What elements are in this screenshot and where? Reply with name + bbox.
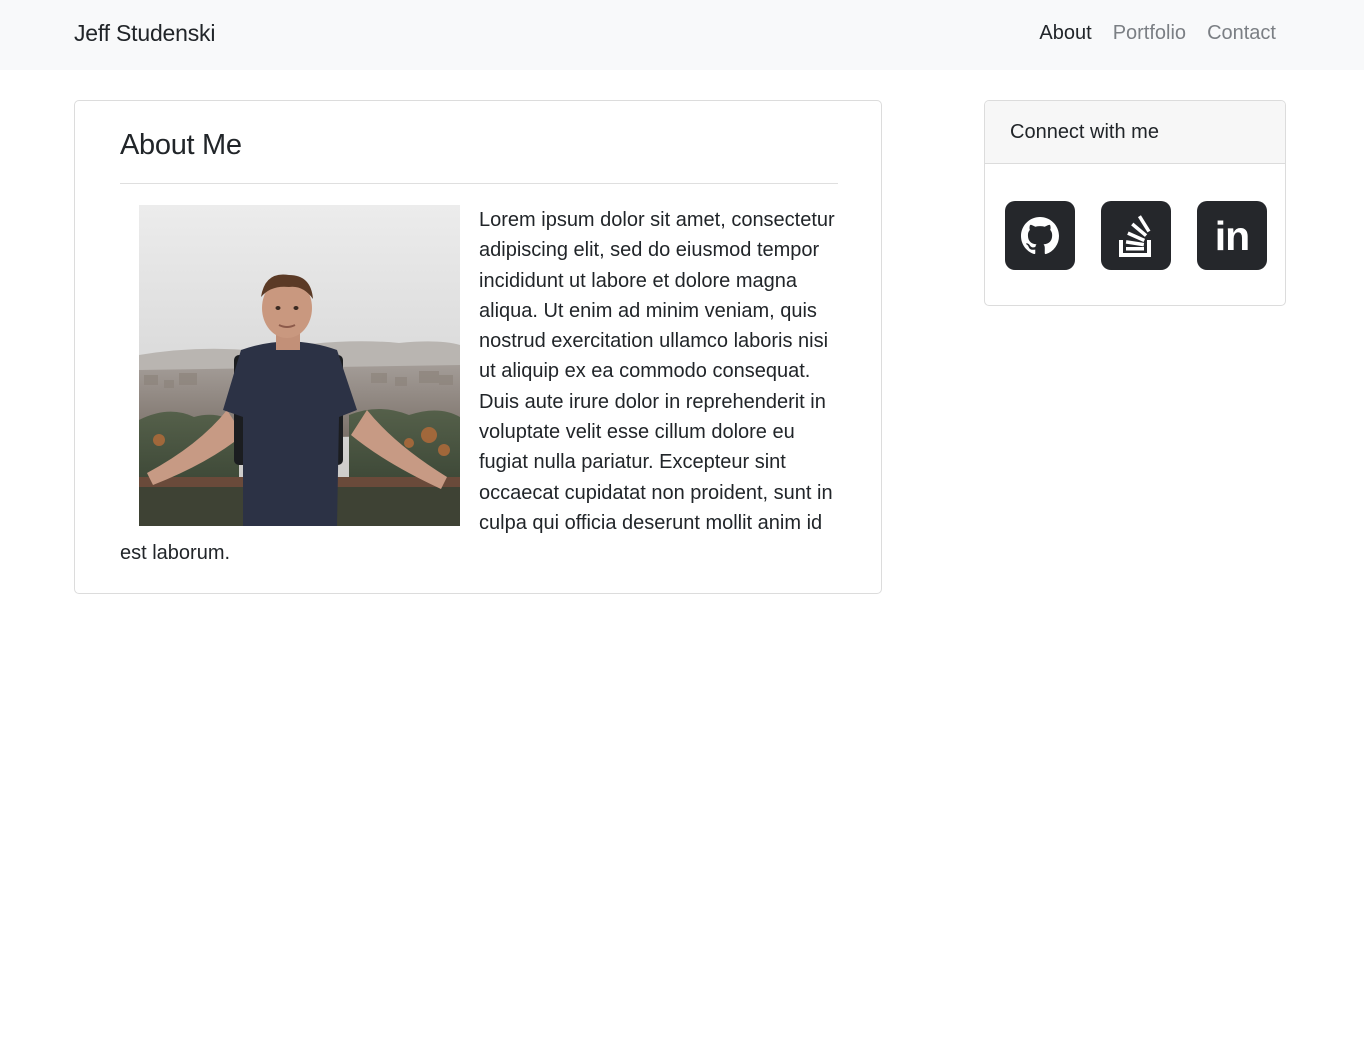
nav-link-about[interactable]: About — [1039, 22, 1091, 45]
stackoverflow-button[interactable] — [1101, 201, 1171, 270]
connect-card: Connect with me in — [984, 100, 1286, 306]
about-body: Lorem ipsum dolor sit amet, consectetur … — [120, 205, 838, 569]
github-icon — [1021, 216, 1059, 254]
stackoverflow-icon — [1119, 214, 1151, 257]
social-links: in — [1005, 201, 1267, 270]
about-title: About Me — [120, 129, 242, 161]
linkedin-button[interactable]: in — [1197, 201, 1267, 270]
navbar: Jeff Studenski About Portfolio Contact — [0, 0, 1364, 70]
github-button[interactable] — [1005, 201, 1075, 270]
nav-link-contact[interactable]: Contact — [1207, 22, 1276, 45]
connect-header: Connect with me — [985, 101, 1285, 164]
divider — [120, 183, 838, 184]
nav-link-portfolio[interactable]: Portfolio — [1113, 22, 1186, 45]
linkedin-icon: in — [1214, 213, 1250, 259]
about-card: About Me Lorem ipsum dolor sit amet, con… — [74, 100, 882, 594]
brand-link[interactable]: Jeff Studenski — [74, 20, 215, 47]
profile-photo — [139, 205, 460, 526]
nav-links: About Portfolio Contact — [1039, 22, 1276, 45]
